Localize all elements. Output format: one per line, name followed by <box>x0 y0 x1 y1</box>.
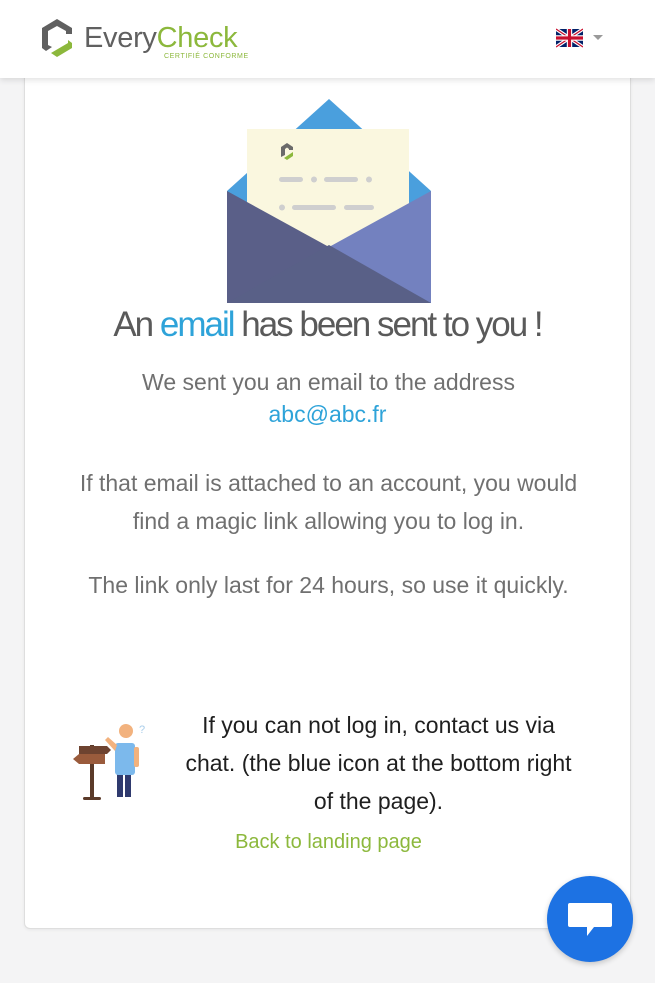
help-contact-text: If you can not log in, contact us via ch… <box>185 712 572 814</box>
top-header: EveryCheck CERTIFIÉ CONFORME <box>0 0 655 78</box>
brand-tagline: CERTIFIÉ CONFORME <box>164 53 249 60</box>
sent-to-text: We sent you an email to the address <box>142 369 515 395</box>
everycheck-logo[interactable]: EveryCheck CERTIFIÉ CONFORME <box>38 16 268 64</box>
title-before: An <box>113 305 160 344</box>
lost-person-signpost-icon: ? <box>73 724 145 800</box>
back-to-landing-link[interactable]: Back to landing page <box>25 831 632 854</box>
title-after: has been sent to you ! <box>233 305 543 344</box>
page-title: An email has been sent to you ! <box>25 305 630 345</box>
language-selector[interactable] <box>556 28 606 50</box>
chevron-down-icon <box>593 35 603 40</box>
account-info-text: If that email is attached to an account,… <box>79 470 578 534</box>
uk-flag-icon <box>556 28 583 48</box>
chat-button[interactable] <box>547 876 633 962</box>
open-envelope-icon <box>227 99 431 303</box>
chat-bubble-icon <box>568 903 612 936</box>
brand-check: Check <box>156 22 238 54</box>
help-question-mark: ? <box>139 724 145 736</box>
link-expiry-text: The link only last for 24 hours, so use … <box>88 572 569 598</box>
brand-every: Every <box>84 22 157 54</box>
everycheck-logo-mark-icon <box>42 19 72 57</box>
confirmation-card: An email has been sent to you ! We sent … <box>24 60 631 929</box>
title-highlight: email <box>159 305 236 344</box>
email-address-link[interactable]: abc@abc.fr <box>25 401 630 428</box>
brand-name: EveryCheck <box>84 22 238 55</box>
